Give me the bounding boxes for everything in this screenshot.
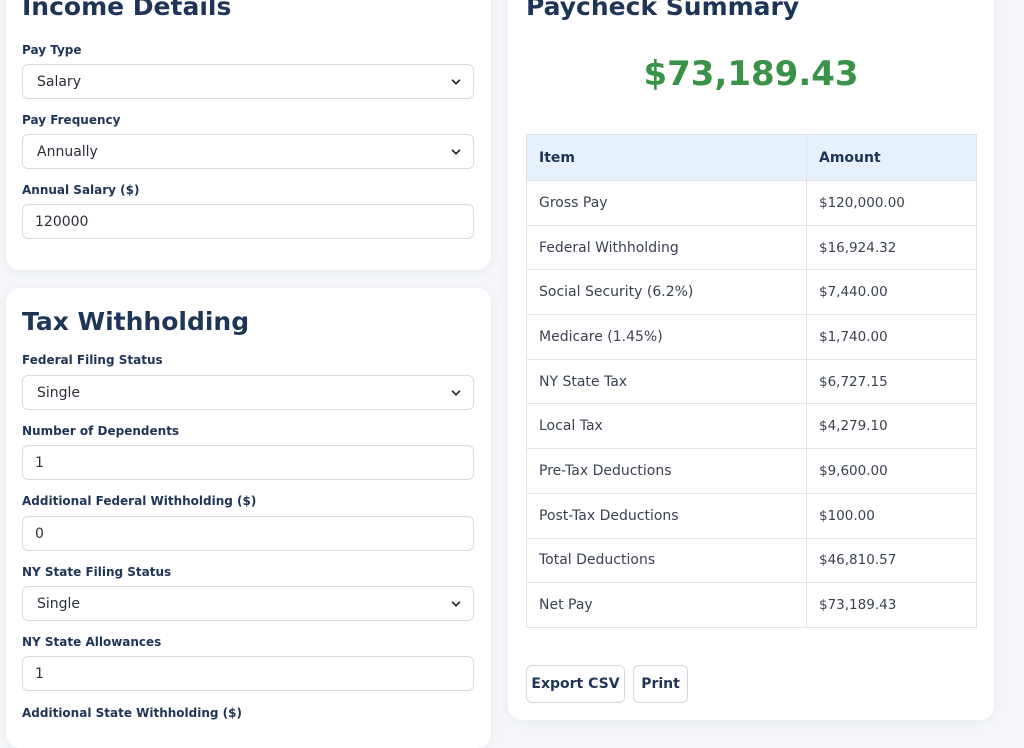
income-details-title: Income Details	[22, 0, 232, 21]
chevron-down-icon	[451, 389, 461, 396]
table-row: Net Pay $73,189.43	[526, 582, 977, 628]
net-pay-amount: $73,189.43	[643, 54, 859, 94]
row-item: Medicare (1.45%)	[526, 314, 807, 360]
summary-table: Item Amount Gross Pay $120,000.00 Federa…	[526, 134, 977, 628]
annual-salary-label: Annual Salary ($)	[22, 183, 140, 197]
row-item: Local Tax	[526, 403, 807, 450]
row-item: Federal Withholding	[526, 224, 807, 271]
row-amount: $16,924.32	[806, 224, 977, 271]
pay-frequency-value: Annually	[37, 143, 98, 160]
tax-withholding-card: Tax Withholding Federal Filing Status Si…	[6, 288, 491, 748]
chevron-down-icon	[451, 78, 461, 85]
export-csv-button[interactable]: Export CSV	[526, 665, 625, 703]
paycheck-summary-card: Paycheck Summary $73,189.43 Item Amount …	[508, 0, 994, 720]
row-item: Social Security (6.2%)	[526, 269, 807, 316]
table-row: NY State Tax $6,727.15	[526, 358, 977, 405]
pay-type-select[interactable]: Salary	[22, 64, 474, 99]
dependents-input[interactable]: 1	[22, 445, 474, 480]
row-amount: $73,189.43	[806, 582, 977, 628]
chevron-down-icon	[451, 148, 461, 155]
ny-filing-select[interactable]: Single	[22, 586, 474, 621]
table-row: Pre-Tax Deductions $9,600.00	[526, 448, 977, 494]
table-row: Medicare (1.45%) $1,740.00	[526, 314, 977, 360]
ny-allowances-input[interactable]: 1	[22, 656, 474, 691]
row-item: Pre-Tax Deductions	[526, 448, 807, 494]
row-amount: $7,440.00	[806, 269, 977, 316]
federal-filing-label: Federal Filing Status	[22, 353, 163, 367]
amount-column-header: Amount	[806, 134, 977, 181]
pay-type-value: Salary	[37, 73, 81, 90]
dependents-value: 1	[35, 454, 44, 471]
pay-frequency-select[interactable]: Annually	[22, 134, 474, 169]
chevron-down-icon	[451, 600, 461, 607]
table-row: Local Tax $4,279.10	[526, 403, 977, 450]
additional-federal-value: 0	[35, 525, 44, 542]
row-amount: $100.00	[806, 492, 977, 539]
additional-state-label: Additional State Withholding ($)	[22, 706, 242, 720]
ny-filing-label: NY State Filing Status	[22, 565, 172, 579]
paycheck-summary-title: Paycheck Summary	[526, 0, 800, 21]
additional-federal-input[interactable]: 0	[22, 516, 474, 551]
row-amount: $120,000.00	[806, 180, 977, 226]
federal-filing-select[interactable]: Single	[22, 375, 474, 410]
federal-filing-value: Single	[37, 384, 81, 401]
annual-salary-value: 120000	[35, 213, 89, 230]
dependents-label: Number of Dependents	[22, 424, 180, 438]
table-row: Post-Tax Deductions $100.00	[526, 492, 977, 539]
ny-allowances-label: NY State Allowances	[22, 635, 162, 649]
pay-frequency-label: Pay Frequency	[22, 113, 121, 127]
ny-allowances-value: 1	[35, 665, 44, 682]
row-item: Post-Tax Deductions	[526, 492, 807, 539]
pay-type-label: Pay Type	[22, 43, 82, 57]
table-header-row: Item Amount	[526, 134, 977, 181]
additional-federal-label: Additional Federal Withholding ($)	[22, 494, 257, 508]
table-row: Gross Pay $120,000.00	[526, 180, 977, 226]
table-row: Total Deductions $46,810.57	[526, 537, 977, 584]
row-amount: $4,279.10	[806, 403, 977, 450]
row-amount: $46,810.57	[806, 537, 977, 584]
row-amount: $6,727.15	[806, 358, 977, 405]
row-amount: $9,600.00	[806, 448, 977, 494]
ny-filing-value: Single	[37, 595, 81, 612]
row-item: Net Pay	[526, 582, 807, 628]
row-item: NY State Tax	[526, 358, 807, 405]
table-row: Social Security (6.2%) $7,440.00	[526, 269, 977, 316]
row-amount: $1,740.00	[806, 314, 977, 360]
tax-withholding-title: Tax Withholding	[22, 307, 250, 336]
print-button[interactable]: Print	[633, 665, 688, 703]
annual-salary-input[interactable]: 120000	[22, 204, 474, 239]
income-details-card: Income Details Pay Type Salary Pay Frequ…	[6, 0, 491, 270]
table-row: Federal Withholding $16,924.32	[526, 224, 977, 271]
item-column-header: Item	[526, 134, 807, 181]
row-item: Total Deductions	[526, 537, 807, 584]
row-item: Gross Pay	[526, 180, 807, 226]
